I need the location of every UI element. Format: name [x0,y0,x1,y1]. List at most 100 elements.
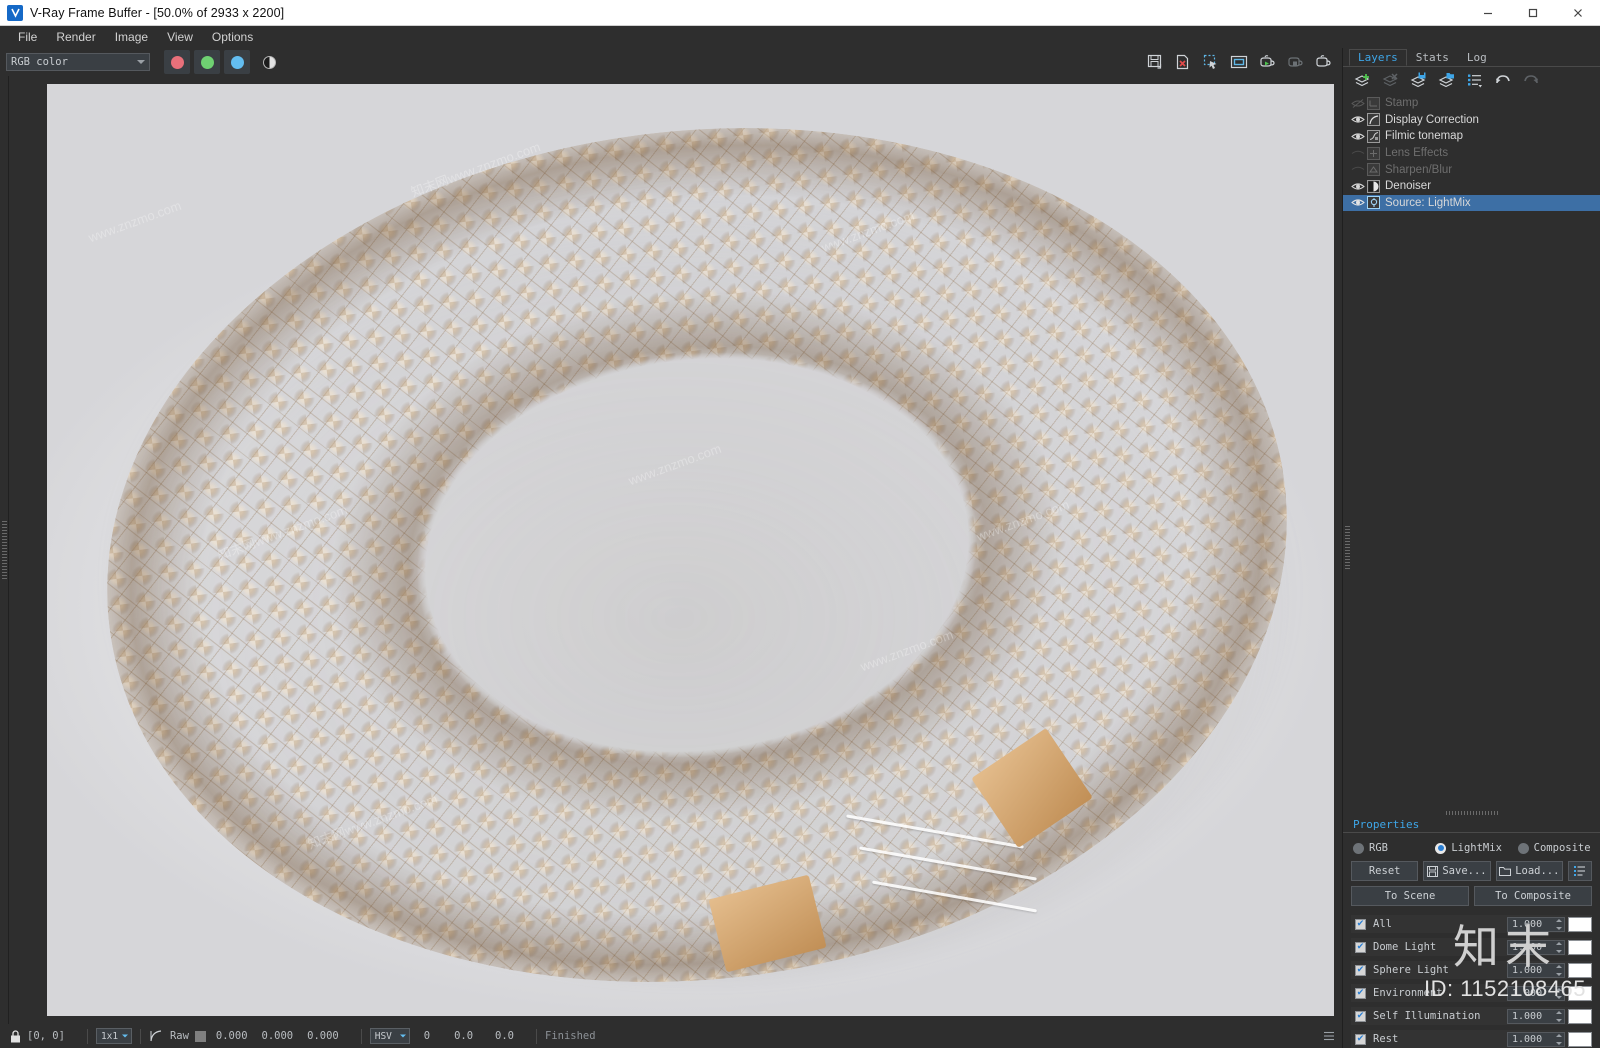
curve-icon[interactable] [149,1029,163,1043]
lightmix-intensity-input[interactable]: 1.000 [1507,916,1565,932]
lightmix-color-swatch[interactable] [1568,1008,1592,1024]
lightmix-row-all[interactable]: ✔ All 1.000 [1351,915,1592,933]
layer-presets-icon[interactable] [1463,69,1487,91]
rendered-image[interactable]: www.znzmo.com 知末网www.znzmo.com www.znzmo… [47,84,1334,1016]
spinner-arrows-icon[interactable] [1556,941,1562,953]
lightmix-row-self-illumination[interactable]: ✔ Self Illumination 1.000 [1351,1007,1592,1025]
lightmix-label: Self Illumination [1373,1010,1481,1022]
monochrome-button[interactable] [256,50,282,74]
layer-row[interactable]: Lens Effects [1343,145,1600,162]
checkbox-checked-icon[interactable]: ✔ [1355,941,1366,953]
pixel-aspect-dropdown[interactable]: 1x1 [95,1028,132,1044]
maximize-button[interactable] [1510,0,1555,25]
properties-splitter[interactable] [1343,809,1600,817]
layer-row[interactable]: Stamp [1343,95,1600,112]
tab-stats[interactable]: Stats [1407,49,1458,66]
raw-color-swatch[interactable] [194,1030,206,1042]
layer-row[interactable]: Display Correction [1343,112,1600,129]
viewport-icon[interactable] [1226,50,1252,74]
spinner-arrows-icon[interactable] [1556,1010,1562,1022]
lightmix-color-swatch[interactable] [1568,1031,1592,1047]
radio-lightmix[interactable]: LightMix [1435,842,1511,854]
menu-image[interactable]: Image [106,28,157,46]
lock-icon[interactable] [10,1029,21,1043]
lightmix-color-swatch[interactable] [1568,985,1592,1001]
menu-file[interactable]: File [9,28,46,46]
lightmix-label: Rest [1373,1033,1399,1045]
visibility-off-icon[interactable] [1349,98,1367,109]
checkbox-checked-icon[interactable]: ✔ [1355,1033,1366,1045]
color-mode-dropdown[interactable]: HSV [369,1028,410,1044]
to-composite-button[interactable]: To Composite [1474,886,1592,906]
visibility-off-icon[interactable] [1349,148,1367,159]
checkbox-checked-icon[interactable]: ✔ [1355,918,1366,930]
lightmix-color-swatch[interactable] [1568,916,1592,932]
delete-layer-icon [1379,69,1403,91]
reset-button[interactable]: Reset [1351,861,1419,881]
layer-row[interactable]: Sharpen/Blur [1343,161,1600,178]
render-last-icon[interactable] [1254,50,1280,74]
lightmix-intensity-input[interactable]: 1.000 [1507,985,1565,1001]
render-viewport[interactable]: www.znzmo.com 知末网www.znzmo.com www.znzmo… [9,76,1342,1024]
menu-options[interactable]: Options [203,28,262,46]
left-splitter-handle[interactable] [0,76,9,1024]
spinner-arrows-icon[interactable] [1556,1033,1562,1045]
lightmix-row-sphere-light[interactable]: ✔ Sphere Light 1.000 [1351,961,1592,979]
visibility-off-icon[interactable] [1349,164,1367,175]
minimize-button[interactable] [1465,0,1510,25]
visibility-icon[interactable] [1349,131,1367,142]
green-channel-button[interactable] [194,50,220,74]
clear-image-icon[interactable] [1170,50,1196,74]
lightmix-label: All [1373,918,1392,930]
checkbox-checked-icon[interactable]: ✔ [1355,1010,1366,1022]
lightmix-row-rest[interactable]: ✔ Rest 1.000 [1351,1030,1592,1048]
title-bar: V-Ray Frame Buffer - [50.0% of 2933 x 22… [0,0,1600,26]
lightmix-intensity-input[interactable]: 1.000 [1507,962,1565,978]
lightmix-color-swatch[interactable] [1568,962,1592,978]
close-button[interactable] [1555,0,1600,25]
visibility-icon[interactable] [1349,181,1367,192]
lightmix-menu-button[interactable] [1567,861,1592,881]
save-preset-button[interactable]: Save... [1423,861,1491,881]
menu-view[interactable]: View [158,28,202,46]
lightmix-intensity-input[interactable]: 1.000 [1507,939,1565,955]
to-scene-button[interactable]: To Scene [1351,886,1469,906]
lightmix-row-dome-light[interactable]: ✔ Dome Light 1.000 [1351,938,1592,956]
lightmix-color-swatch[interactable] [1568,939,1592,955]
tab-log[interactable]: Log [1458,49,1496,66]
spinner-arrows-icon[interactable] [1556,964,1562,976]
undo-icon[interactable] [1491,69,1515,91]
load-preset-button[interactable]: Load... [1495,861,1563,881]
save-image-icon[interactable] [1142,50,1168,74]
tab-layers[interactable]: Layers [1349,49,1407,66]
layer-row-source-lightmix[interactable]: Source: LightMix [1343,194,1600,212]
radio-rgb[interactable]: RGB [1353,842,1429,854]
spinner-arrows-icon[interactable] [1556,987,1562,999]
blue-channel-button[interactable] [224,50,250,74]
load-layers-icon[interactable] [1435,69,1459,91]
history-icon[interactable] [1322,1029,1336,1043]
checkbox-checked-icon[interactable]: ✔ [1355,987,1366,999]
layer-row[interactable]: Denoiser [1343,178,1600,195]
red-channel-button[interactable] [164,50,190,74]
channel-select-dropdown[interactable]: RGB color [6,53,150,71]
lightmix-row-environment[interactable]: ✔ Environment 1.000 [1351,984,1592,1002]
panel-splitter-grip-icon[interactable] [1345,526,1350,570]
visibility-icon[interactable] [1349,197,1367,208]
save-layers-icon[interactable] [1407,69,1431,91]
lightmix-intensity-input[interactable]: 1.000 [1507,1008,1565,1024]
add-layer-icon[interactable] [1351,69,1375,91]
spinner-arrows-icon[interactable] [1556,918,1562,930]
render-stop-icon[interactable] [1282,50,1308,74]
region-render-icon[interactable] [1198,50,1224,74]
lightmix-label: Sphere Light [1373,964,1449,976]
render-icon[interactable] [1310,50,1336,74]
checkbox-checked-icon[interactable]: ✔ [1355,964,1366,976]
hsv-value-s: 0.0 [454,1030,474,1042]
lightmix-intensity-input[interactable]: 1.000 [1507,1031,1565,1047]
visibility-icon[interactable] [1349,114,1367,125]
menu-render[interactable]: Render [47,28,104,46]
pixel-aspect-value: 1x1 [100,1030,119,1042]
layer-row[interactable]: Filmic tonemap [1343,128,1600,145]
radio-composite[interactable]: Composite [1517,842,1594,854]
